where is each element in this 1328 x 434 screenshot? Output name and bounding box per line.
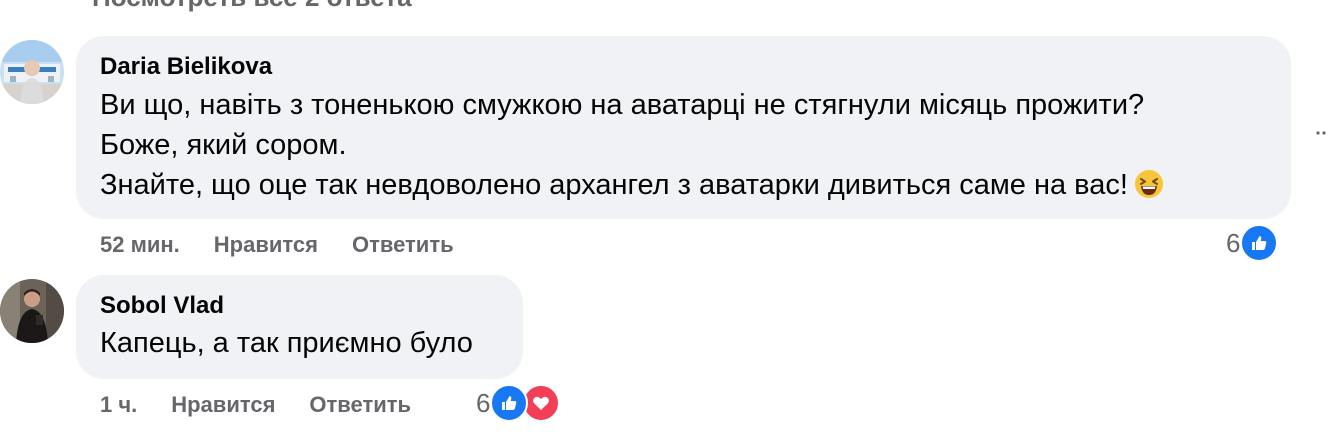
reaction-count: 6 [1226,227,1241,258]
comment-timestamp[interactable]: 1 ч. [100,392,137,418]
comment-text-line: Знайте, що оце так невдоволено архангел … [100,165,1267,210]
love-reaction-icon [522,384,561,422]
like-reaction-icon [490,384,529,422]
comment-bubble: Sobol Vlad Капець, а так приємно було [76,275,523,379]
comment-bubble: Daria Bielikova Ви що, навіть з тоненько… [76,36,1291,219]
comment-actions: 52 мин. Нравится Ответить [100,227,454,263]
comment-timestamp[interactable]: 52 мин. [100,232,180,258]
comment-text-line: Боже, який сором. [100,129,347,161]
reply-button[interactable]: Ответить [309,392,411,418]
comment-thread: Посмотреть все 2 ответа Daria Bielikova … [0,0,1328,434]
comment-text-line: Капець, а так приємно було [100,327,473,359]
reply-button[interactable]: Ответить [352,232,454,258]
reaction-count: 6 [476,387,491,418]
comment-text-line: Ви що, навіть з тоненькою смужкою на ава… [100,89,1145,121]
reaction-summary[interactable]: 6 [1226,224,1279,262]
laughing-emoji-icon [1134,169,1164,210]
avatar[interactable] [0,279,64,343]
like-reaction-icon [1240,224,1279,262]
comment-text: Знайте, що оце так невдоволено архангел … [100,169,1128,201]
comment-actions: 1 ч. Нравится Ответить [100,387,411,423]
reaction-summary[interactable]: 6 [476,384,561,422]
avatar[interactable] [0,40,64,104]
comment-author[interactable]: Daria Bielikova [100,52,1267,82]
like-button[interactable]: Нравится [171,392,275,418]
like-button[interactable]: Нравится [214,232,318,258]
view-more-replies-link[interactable]: Посмотреть все 2 ответа [92,0,412,13]
more-options-icon[interactable] [1316,124,1328,135]
comment-author[interactable]: Sobol Vlad [100,291,499,321]
